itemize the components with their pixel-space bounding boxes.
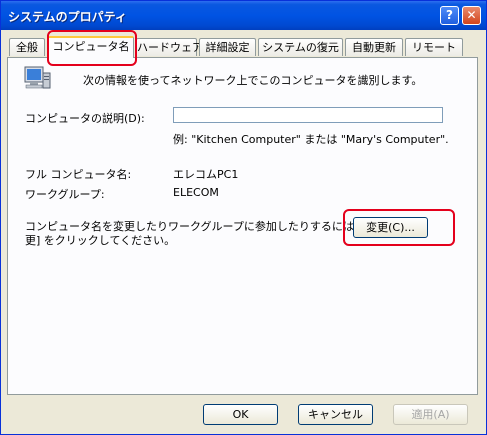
intro-text: 次の情報を使ってネットワーク上でこのコンピュータを識別します。 (83, 74, 423, 87)
change-button-highlight-annotation (343, 209, 455, 246)
workgroup-value: ELECOM (173, 186, 219, 199)
tab-system-restore[interactable]: システムの復元 (258, 38, 343, 56)
computer-description-input[interactable] (173, 107, 443, 123)
ok-button[interactable]: OK (203, 404, 278, 425)
workgroup-label: ワークグループ: (25, 188, 105, 201)
tab-remote[interactable]: リモート (405, 38, 463, 56)
description-label: コンピュータの説明(D): (25, 112, 145, 125)
apply-button[interactable]: 適用(A) (393, 404, 468, 425)
tab-automatic-updates[interactable]: 自動更新 (345, 38, 403, 56)
tab-hardware[interactable]: ハードウェア (136, 38, 203, 56)
computer-icon (24, 66, 51, 89)
full-computer-name-label: フル コンピュータ名: (25, 168, 132, 181)
tab-highlight-annotation (47, 30, 137, 66)
help-button[interactable]: ? (440, 6, 459, 25)
tab-advanced[interactable]: 詳細設定 (199, 38, 256, 56)
change-instructions-line2: 更] をクリックしてください。 (25, 234, 176, 247)
full-computer-name-value: エレコムPC1 (173, 168, 239, 181)
cancel-button[interactable]: キャンセル (298, 404, 373, 425)
example-text: 例: "Kitchen Computer" または "Mary's Comput… (173, 133, 449, 146)
title-bar[interactable]: システムのプロパティ ? ✕ (1, 1, 486, 30)
window-title: システムのプロパティ (8, 10, 127, 24)
tab-general[interactable]: 全般 (9, 38, 45, 56)
system-properties-window: システムのプロパティ ? ✕ 全般 コンピュータ名 ハードウェア 詳細設定 シス… (0, 0, 487, 435)
close-button[interactable]: ✕ (462, 6, 481, 25)
computer-name-panel: 次の情報を使ってネットワーク上でこのコンピュータを識別します。 コンピュータの説… (7, 57, 478, 395)
